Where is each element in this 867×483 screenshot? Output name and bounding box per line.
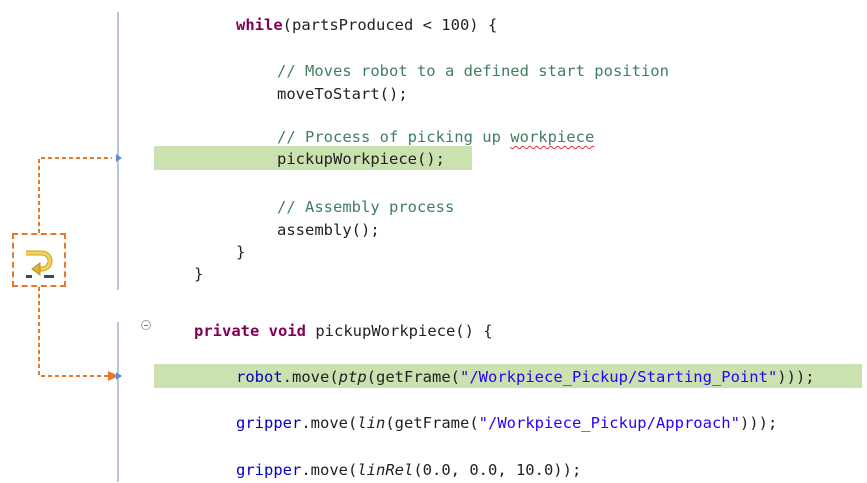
code-line-close-while: }: [236, 239, 245, 265]
code-line-move-to-start: moveToStart();: [277, 81, 408, 107]
code-token: .move(: [282, 368, 339, 386]
code-token: robot: [236, 368, 283, 386]
code-token: (partsProduced < 100) {: [282, 16, 498, 34]
code-line-pickup-call: pickupWorkpiece();: [277, 146, 445, 172]
code-token: (0.0, 0.0, 10.0));: [413, 461, 582, 479]
code-token: // Process of picking up: [277, 128, 511, 146]
code-token: .move(: [301, 461, 358, 479]
code-token: linRel: [357, 461, 414, 479]
code-token: "/Workpiece_Pickup/Starting_Point": [460, 368, 778, 386]
code-line-method-decl: private void pickupWorkpiece() {: [194, 318, 493, 344]
code-line-while: while(partsProduced < 100) {: [236, 12, 497, 38]
code-token: }: [236, 243, 246, 261]
code-token: assembly();: [277, 221, 380, 239]
code-token: // Assembly process: [277, 198, 455, 216]
code-token: lin: [357, 414, 386, 432]
code-token: ptp: [338, 368, 367, 386]
code-token: moveToStart();: [277, 85, 408, 103]
code-token: .move(: [301, 414, 358, 432]
code-token: )));: [739, 414, 778, 432]
code-token: while: [236, 16, 283, 34]
code-token: void: [268, 322, 306, 340]
code-line-assembly-call: assembly();: [277, 217, 380, 243]
code-token: gripper: [236, 461, 302, 479]
code-token: pickupWorkpiece() {: [306, 322, 493, 340]
code-line-gripper-move-linrel: gripper.move(linRel(0.0, 0.0, 10.0));: [236, 457, 581, 483]
code-token: (getFrame(: [385, 414, 479, 432]
code-token: "/Workpiece_Pickup/Approach": [478, 414, 740, 432]
code-token: pickupWorkpiece();: [277, 150, 445, 168]
code-token: }: [194, 265, 204, 283]
code-line-close-block: }: [194, 261, 203, 287]
code-token: // Moves robot to a defined start positi…: [277, 62, 669, 80]
code-token: workpiece: [510, 128, 595, 146]
code-token: gripper: [236, 414, 302, 432]
code-token: (getFrame(: [366, 368, 460, 386]
code-editor[interactable]: while(partsProduced < 100) { // Moves ro…: [0, 0, 867, 480]
code-line-gripper-move-lin: gripper.move(lin(getFrame("/Workpiece_Pi…: [236, 410, 777, 436]
code-token: private: [194, 322, 260, 340]
code-line-robot-move: robot.move(ptp(getFrame("/Workpiece_Pick…: [236, 364, 815, 390]
code-token: )));: [777, 368, 815, 386]
